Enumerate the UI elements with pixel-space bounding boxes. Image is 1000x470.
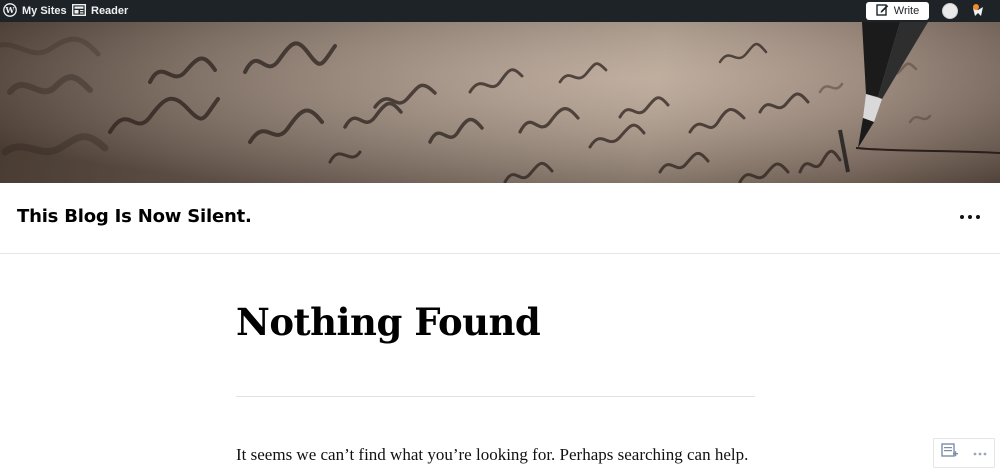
notifications-icon[interactable] xyxy=(968,1,988,21)
follow-icon[interactable] xyxy=(940,442,959,464)
page-title: Nothing Found xyxy=(236,300,541,344)
my-sites-button[interactable]: W My Sites xyxy=(3,0,67,22)
wordpress-icon: W xyxy=(3,2,17,20)
menu-dot xyxy=(976,215,980,219)
menu-dot xyxy=(968,215,972,219)
write-icon xyxy=(876,3,889,19)
svg-text:W: W xyxy=(5,5,16,15)
header-image xyxy=(0,22,1000,183)
divider xyxy=(236,396,755,397)
my-sites-label: My Sites xyxy=(22,5,67,17)
reader-label: Reader xyxy=(91,5,129,17)
avatar[interactable] xyxy=(942,3,958,19)
menu-dot xyxy=(960,215,964,219)
more-icon[interactable] xyxy=(972,444,988,462)
write-button[interactable]: Write xyxy=(866,2,929,20)
site-header: This Blog Is Now Silent. xyxy=(0,183,1000,254)
more-options-icon[interactable] xyxy=(960,210,980,224)
reader-button[interactable]: Reader xyxy=(71,0,129,22)
reader-icon xyxy=(71,3,87,19)
write-label: Write xyxy=(893,5,920,17)
site-title[interactable]: This Blog Is Now Silent. xyxy=(17,206,252,227)
admin-bar: W My Sites Reader Write xyxy=(0,0,1000,22)
not-found-message: It seems we can’t find what you’re looki… xyxy=(236,445,749,464)
floating-action-bar xyxy=(933,438,995,468)
